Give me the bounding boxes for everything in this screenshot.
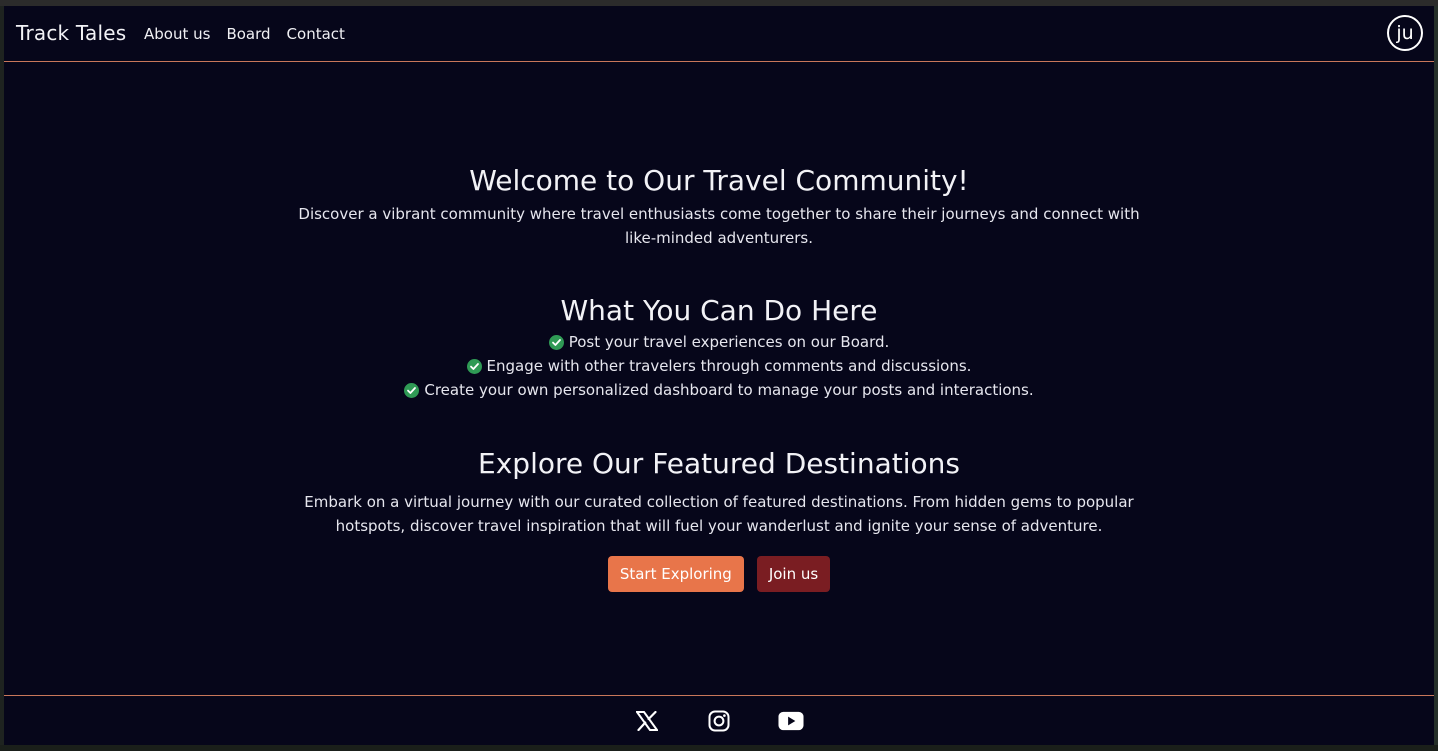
welcome-text: Discover a vibrant community where trave… bbox=[298, 205, 1140, 247]
start-exploring-button[interactable]: Start Exploring bbox=[607, 556, 744, 592]
nav-links: About us Board Contact bbox=[144, 25, 345, 43]
feature-item-text: Engage with other travelers through comm… bbox=[486, 357, 972, 375]
features-heading: What You Can Do Here bbox=[560, 294, 878, 327]
user-avatar[interactable]: ju bbox=[1387, 15, 1423, 51]
feature-item-text: Post your travel experiences on our Boar… bbox=[568, 333, 890, 351]
cta-buttons: Start Exploring Join us bbox=[4, 556, 1434, 592]
brand-link[interactable]: Track Tales bbox=[16, 21, 126, 45]
check-circle-icon bbox=[404, 382, 420, 398]
youtube-icon[interactable] bbox=[778, 708, 804, 734]
feature-item: Engage with other travelers through comm… bbox=[4, 354, 1434, 378]
join-us-button[interactable]: Join us bbox=[756, 556, 831, 592]
main-content: Welcome to Our Travel Community! Discove… bbox=[4, 62, 1434, 695]
desktop-edge bbox=[1434, 6, 1438, 751]
explore-text: Embark on a virtual journey with our cur… bbox=[304, 493, 1134, 535]
feature-item: Create your own personalized dashboard t… bbox=[4, 378, 1434, 402]
navbar: Track Tales About us Board Contact ju bbox=[4, 6, 1434, 62]
footer bbox=[4, 695, 1434, 745]
nav-link-board[interactable]: Board bbox=[226, 25, 270, 43]
nav-link-about[interactable]: About us bbox=[144, 25, 210, 43]
x-icon[interactable] bbox=[634, 708, 660, 734]
desktop-edge-bottom bbox=[0, 745, 1438, 751]
feature-item: Post your travel experiences on our Boar… bbox=[4, 330, 1434, 354]
browser-viewport: Track Tales About us Board Contact ju We… bbox=[4, 6, 1434, 745]
feature-list: Post your travel experiences on our Boar… bbox=[4, 330, 1434, 402]
check-circle-icon bbox=[466, 358, 482, 374]
explore-heading: Explore Our Featured Destinations bbox=[478, 447, 960, 480]
feature-item-text: Create your own personalized dashboard t… bbox=[424, 381, 1034, 399]
social-links bbox=[4, 708, 1434, 734]
instagram-icon[interactable] bbox=[706, 708, 732, 734]
welcome-heading: Welcome to Our Travel Community! bbox=[469, 164, 969, 197]
nav-link-contact[interactable]: Contact bbox=[287, 25, 345, 43]
check-circle-icon bbox=[548, 334, 564, 350]
